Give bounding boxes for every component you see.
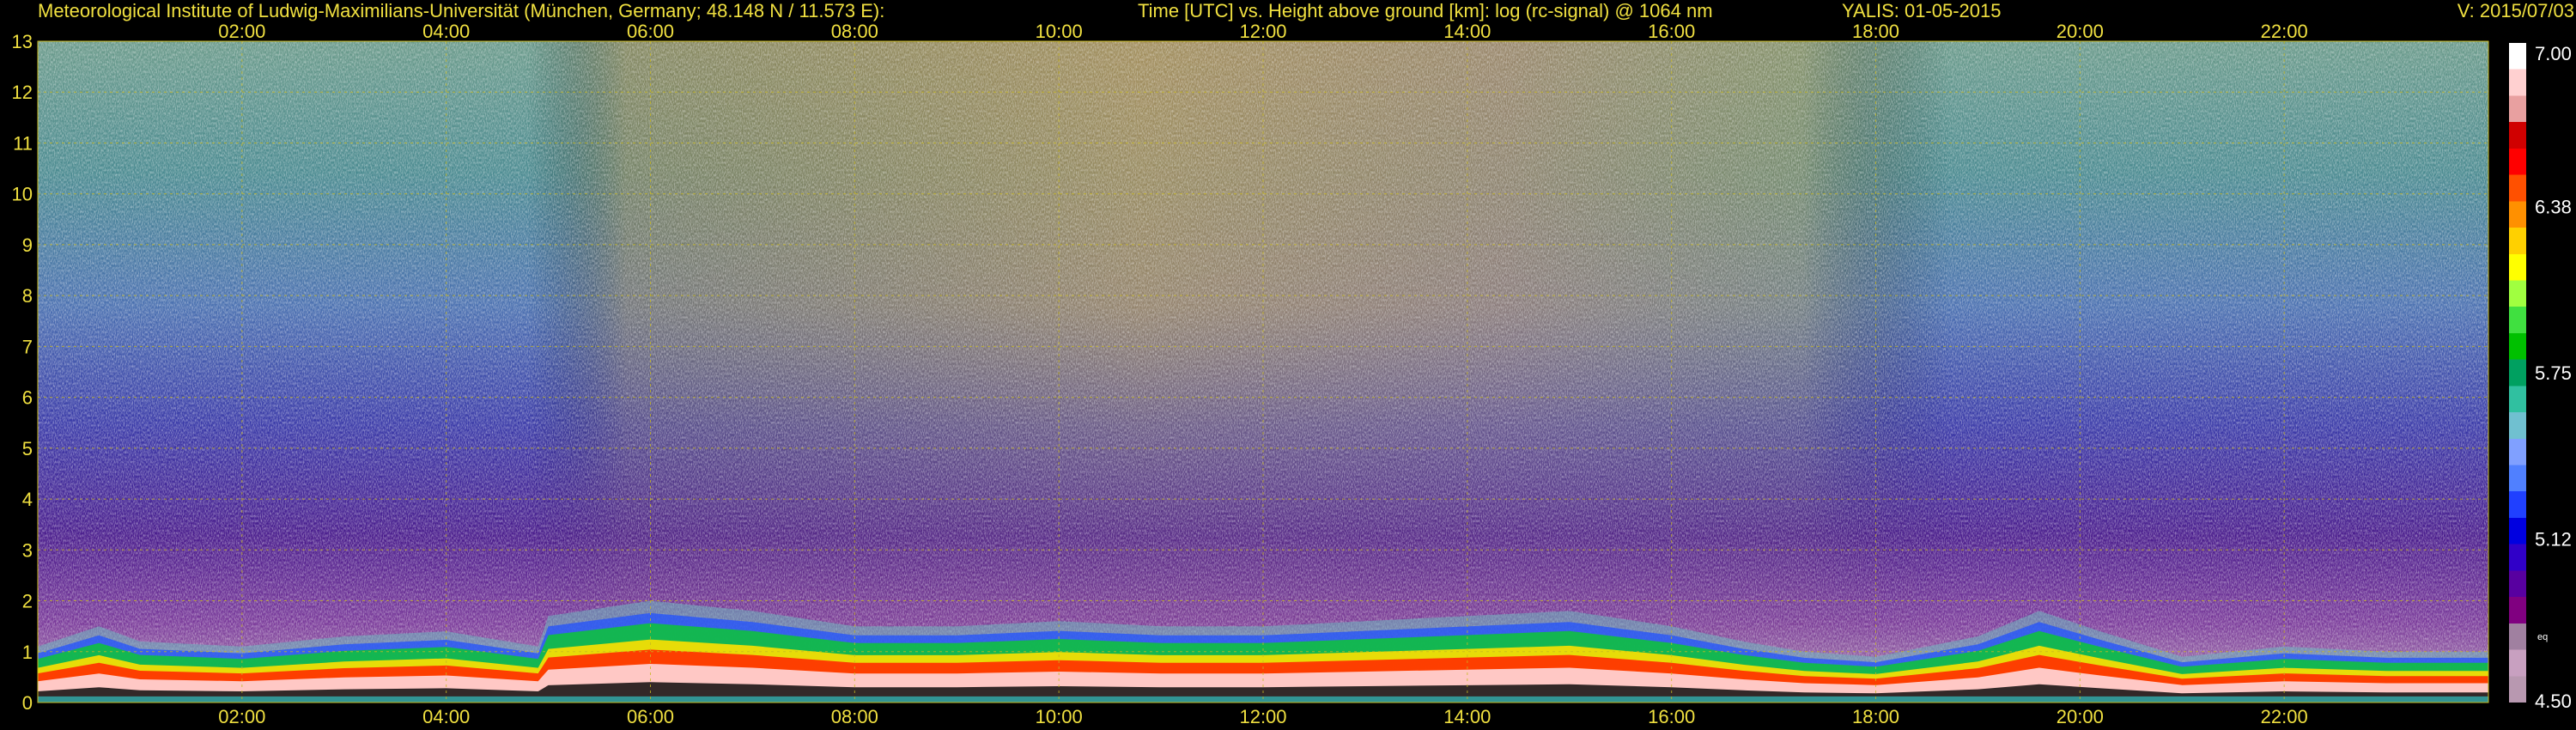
x-tick-label-bottom: 02:00 (218, 706, 265, 727)
x-tick-labels-bottom: 02:00 04:00 06:00 08:00 10:00 12:00 14:00 16:00… (218, 706, 2307, 727)
colorbar (2509, 43, 2526, 703)
x-tick-label-top: 16:00 (1648, 21, 1695, 42)
x-tick-label-top: 10:00 (1036, 21, 1083, 42)
colorbar-eq-label: eq (2537, 632, 2548, 642)
y-tick-label: 12 (12, 82, 33, 103)
x-tick-label-bottom: 10:00 (1036, 706, 1083, 727)
y-tick-label: 9 (22, 234, 33, 256)
x-tick-label-bottom: 22:00 (2261, 706, 2308, 727)
y-tick-label: 13 (12, 31, 33, 52)
y-tick-label: 4 (22, 489, 33, 510)
x-tick-label-top: 08:00 (831, 21, 878, 42)
header-version: V: 2015/07/03 (2458, 0, 2574, 21)
x-tick-label-bottom: 14:00 (1443, 706, 1491, 727)
colorbar-tick-label: 5.12 (2535, 529, 2572, 551)
x-tick-label-bottom: 06:00 (627, 706, 674, 727)
header-axes-description: Time [UTC] vs. Height above ground [km]:… (1138, 0, 1713, 21)
x-tick-label-bottom: 08:00 (831, 706, 878, 727)
y-tick-label: 8 (22, 285, 33, 307)
y-tick-label: 6 (22, 387, 33, 409)
header-institute: Meteorological Institute of Ludwig-Maxim… (38, 0, 884, 21)
y-tick-label: 0 (22, 692, 33, 714)
x-tick-label-bottom: 18:00 (1852, 706, 1899, 727)
y-tick-label: 11 (13, 132, 33, 154)
x-tick-label-top: 02:00 (218, 21, 265, 42)
x-tick-label-top: 12:00 (1239, 21, 1286, 42)
x-tick-label-bottom: 20:00 (2057, 706, 2104, 727)
y-tick-label: 1 (22, 642, 33, 663)
y-tick-labels: 012345678910111213 (12, 31, 33, 714)
x-tick-label-top: 18:00 (1852, 21, 1899, 42)
x-tick-label-bottom: 12:00 (1239, 706, 1286, 727)
x-tick-label-top: 20:00 (2057, 21, 2104, 42)
y-tick-label: 7 (22, 336, 33, 357)
x-tick-label-top: 04:00 (422, 21, 470, 42)
y-tick-label: 3 (22, 539, 33, 561)
colorbar-tick-label: 6.38 (2535, 196, 2572, 217)
y-tick-label: 2 (22, 591, 33, 612)
x-tick-label-bottom: 16:00 (1648, 706, 1695, 727)
x-tick-labels-top: 02:00 04:00 06:00 08:00 10:00 12:00 14:00 16:00… (218, 21, 2307, 42)
colorbar-labels: 7.00 6.38 5.75 5.12 4.50 eq (2535, 43, 2572, 712)
colorbar-tick-label: 5.75 (2535, 362, 2572, 384)
y-tick-label: 5 (22, 438, 33, 459)
lidar-backscatter-chart: Meteorological Institute of Ludwig-Maxim… (12, 0, 2574, 727)
header-instrument-date: YALIS: 01-05-2015 (1842, 0, 2002, 21)
x-tick-label-top: 22:00 (2261, 21, 2308, 42)
colorbar-tick-label: 4.50 (2535, 690, 2572, 712)
y-tick-label: 10 (12, 184, 33, 205)
x-tick-label-top: 14:00 (1443, 21, 1491, 42)
colorbar-tick-label: 7.00 (2535, 43, 2572, 64)
colorbar-scale (2509, 43, 2526, 703)
x-tick-label-top: 06:00 (627, 21, 674, 42)
x-tick-label-bottom: 04:00 (422, 706, 470, 727)
